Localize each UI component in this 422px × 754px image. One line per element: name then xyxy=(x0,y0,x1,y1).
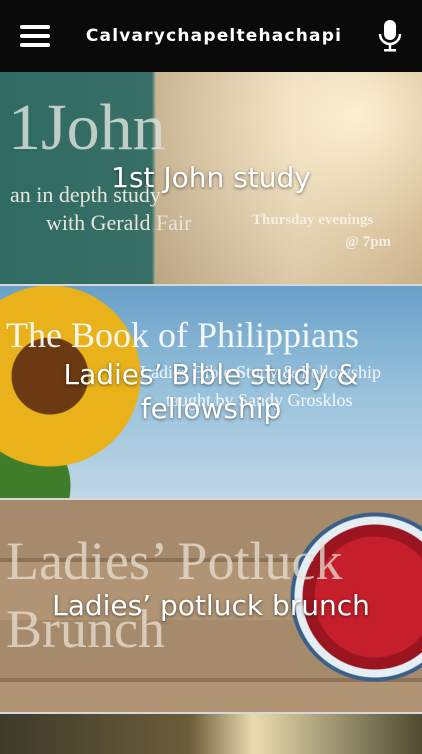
card-image-text: Ladies’ Potluck xyxy=(6,531,343,591)
card-title: 1st John study xyxy=(111,161,311,194)
card-image-text: with Gerald Fair xyxy=(46,210,192,235)
event-card-ladies-bible-study[interactable]: The Book of Philippians Ladies Bible Stu… xyxy=(0,286,422,500)
app-title: Calvarychapeltehachapi xyxy=(85,26,343,46)
hamburger-menu-icon[interactable] xyxy=(20,21,50,51)
event-list: 1John an in depth study with Gerald Fair… xyxy=(0,72,422,754)
microphone-icon[interactable] xyxy=(378,19,402,53)
event-card-ladies-potluck[interactable]: Ladies’ Potluck Brunch Ladies’ potluck b… xyxy=(0,500,422,714)
event-card-partial[interactable] xyxy=(0,714,422,754)
card-image-text: Thursday evenings xyxy=(252,212,374,228)
event-card-1st-john[interactable]: 1John an in depth study with Gerald Fair… xyxy=(0,72,422,286)
card-title: Ladies’ Bible study & fellowship xyxy=(63,358,359,425)
top-app-bar: Calvarychapeltehachapi xyxy=(0,0,422,72)
card-title: Ladies’ potluck brunch xyxy=(52,589,370,622)
card-image-text: @ 7pm xyxy=(345,234,392,250)
card-image-text: 1John xyxy=(8,91,166,164)
card-image-text: The Book of Philippians xyxy=(6,315,359,355)
